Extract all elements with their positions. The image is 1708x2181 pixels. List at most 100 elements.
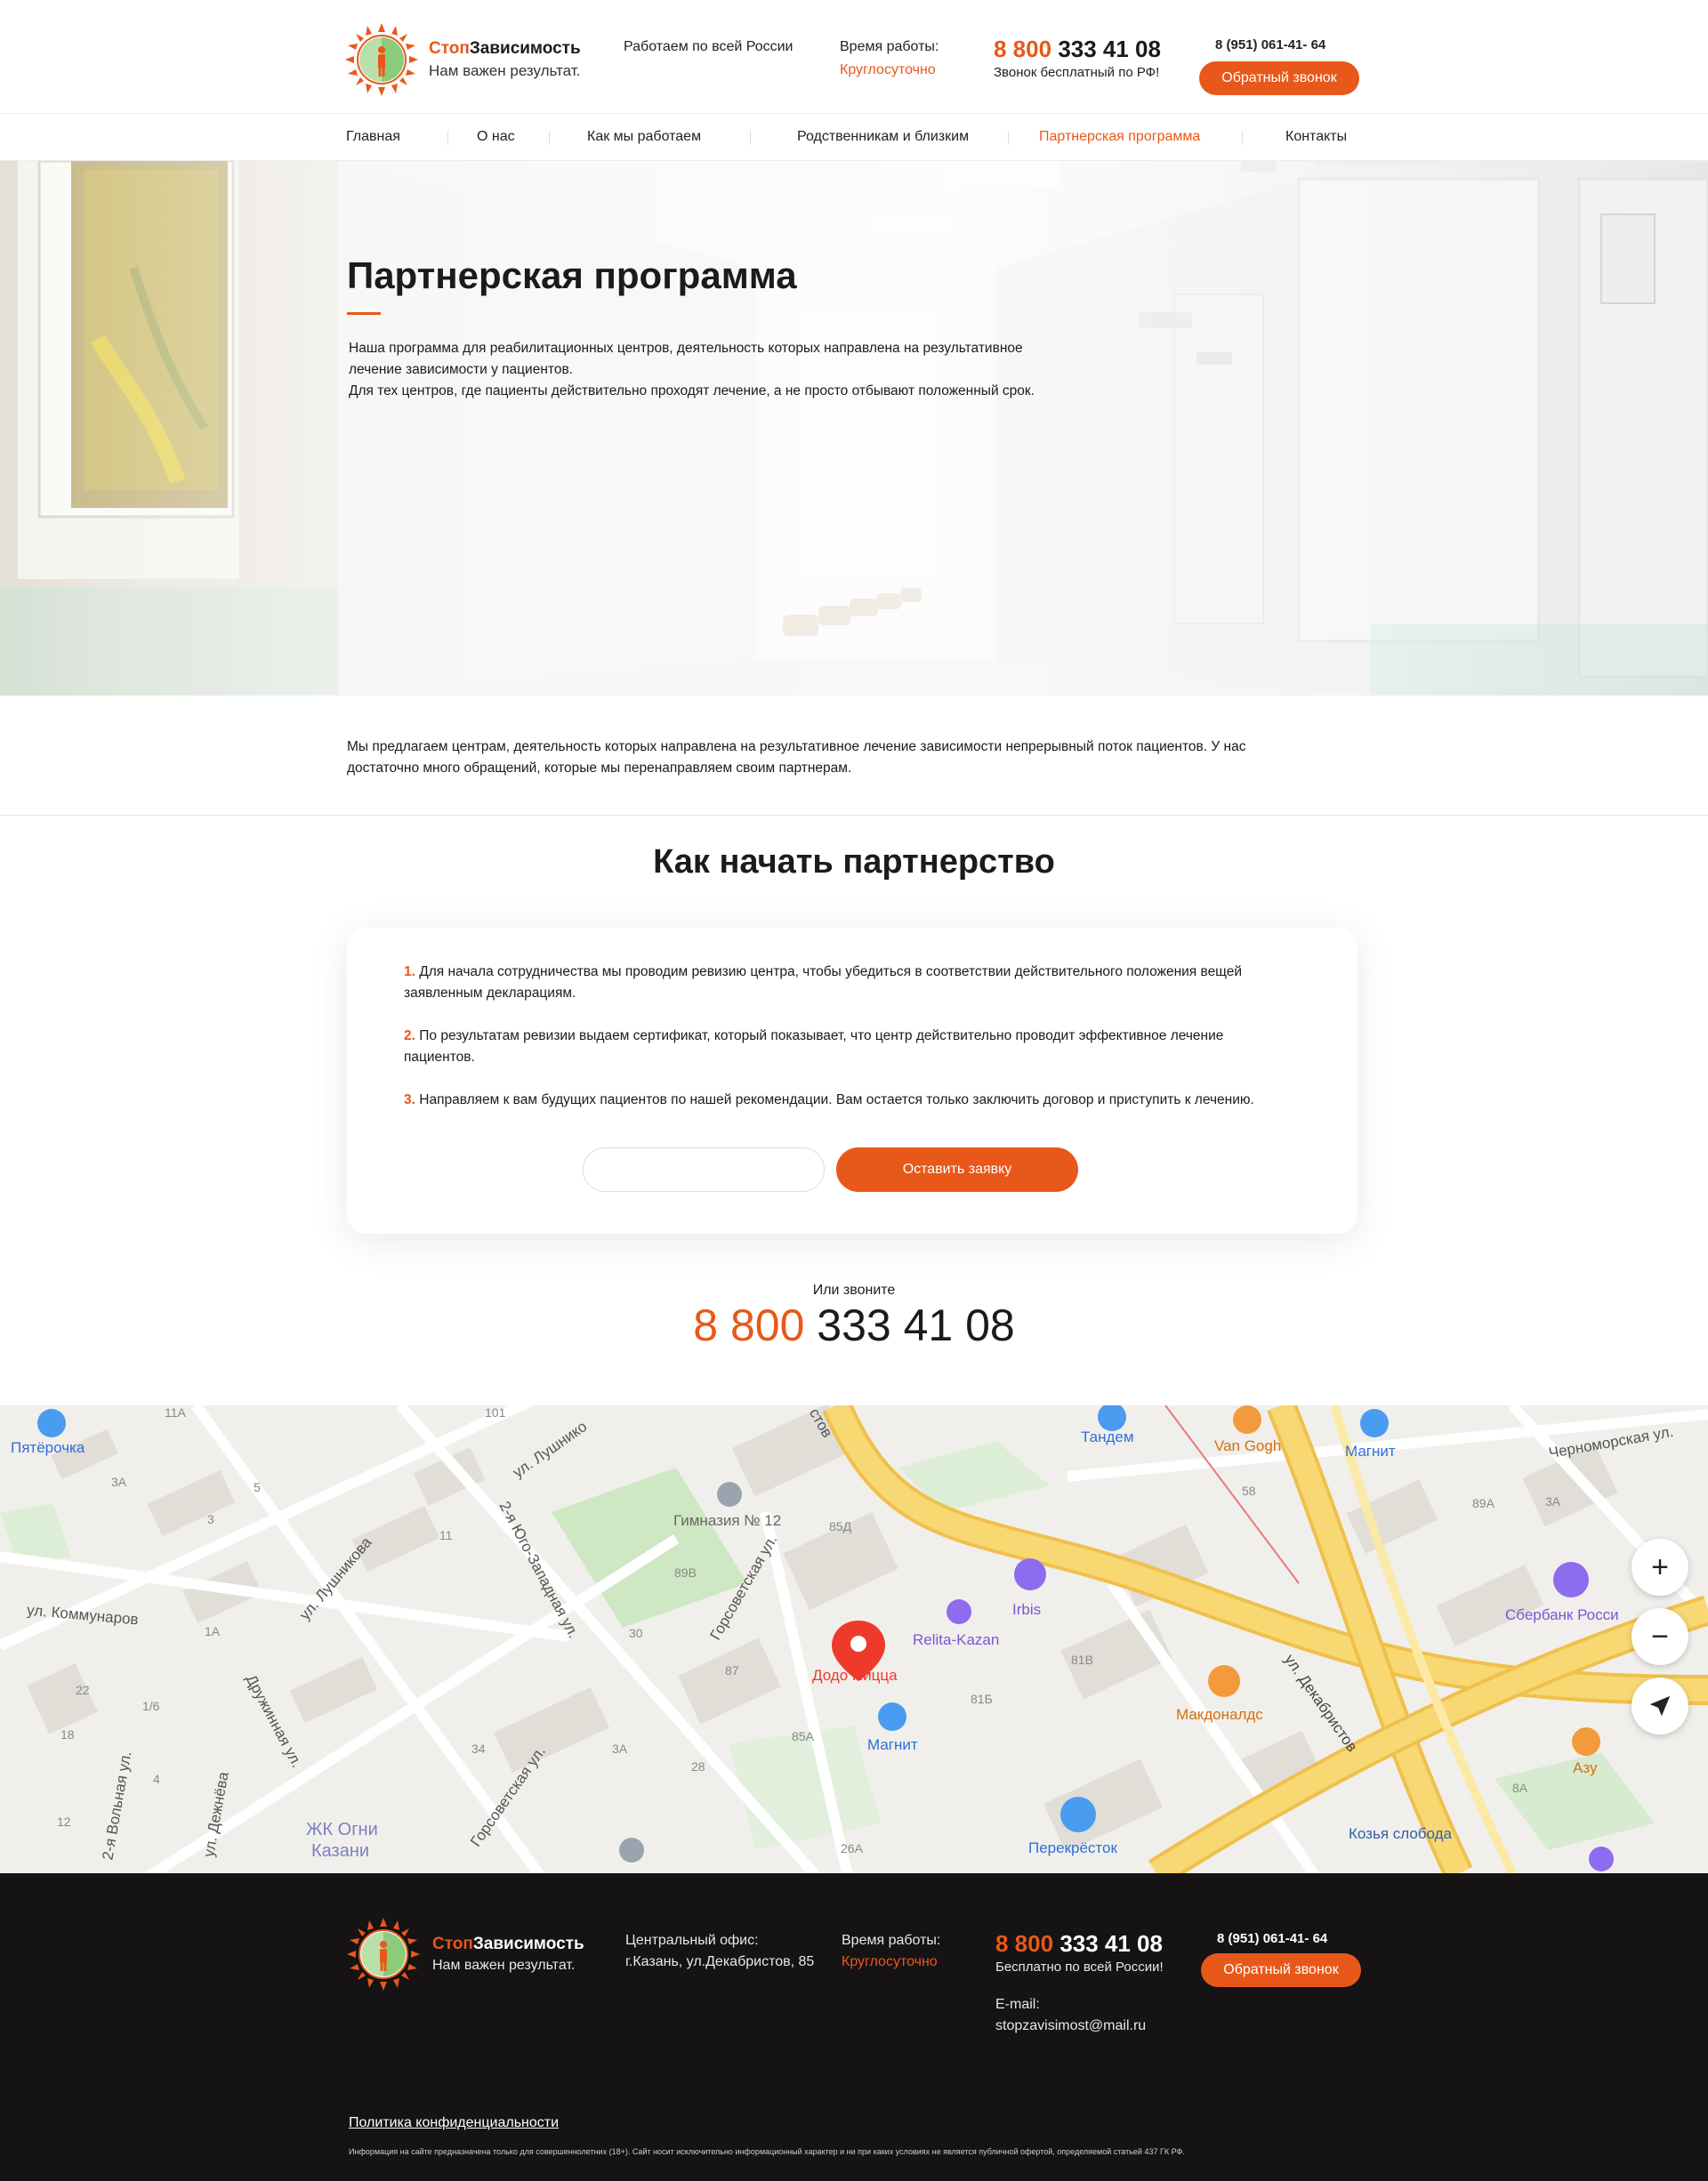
nav-item-partner-program[interactable]: Партнерская программа	[1039, 129, 1200, 145]
hours-label: Время работы:	[840, 39, 939, 54]
secondary-phone[interactable]: 8 (951) 061-41- 64	[1215, 37, 1325, 52]
house-number: 89В	[674, 1565, 697, 1580]
map-label: Тандем	[1081, 1429, 1134, 1445]
nav-item-about[interactable]: О нас	[477, 129, 515, 145]
email-link[interactable]: stopzavisimost@mail.ru	[995, 2016, 1164, 2037]
house-number: 28	[691, 1759, 705, 1774]
map-label: Van Gogh	[1214, 1437, 1282, 1454]
intro-line: Мы предлагаем центрам, деятельность кото…	[347, 739, 1246, 754]
map-label: Магнит	[1345, 1443, 1396, 1460]
hero-description-line: Наша программа для реабилитационных цент…	[349, 341, 1023, 356]
site-header: СтопЗависимость Нам важен результат. Раб…	[0, 0, 1708, 114]
map-canvas	[0, 1405, 1708, 1873]
footer-main-phone[interactable]: 8 800 333 41 08	[995, 1930, 1164, 1957]
map-label: Макдоналдс	[1176, 1706, 1263, 1723]
legal-disclaimer: Информация на сайте предназначена только…	[349, 2147, 1185, 2156]
house-number: 30	[629, 1626, 643, 1640]
footer-logo[interactable]: СтопЗависимость Нам важен результат.	[347, 1918, 584, 1991]
house-number: 11А	[165, 1405, 186, 1420]
secondary-phone[interactable]: 8 (951) 061-41- 64	[1217, 1928, 1327, 1950]
hours-value: Круглосуточно	[840, 62, 936, 77]
zoom-out-button[interactable]: −	[1631, 1608, 1688, 1665]
office-label: Центральный офис:	[625, 1933, 759, 1948]
step-number: 3.	[404, 1092, 415, 1107]
hours-value: Круглосуточно	[842, 1954, 938, 1969]
house-number: 58	[1242, 1484, 1256, 1498]
house-number: 34	[471, 1742, 486, 1756]
map-label: Гимназия № 12	[673, 1512, 782, 1529]
page-title: Партнерская программа	[347, 254, 797, 296]
nav-item-contacts[interactable]: Контакты	[1285, 129, 1347, 145]
hospital-corridor-image	[0, 161, 1708, 696]
phone-input[interactable]	[583, 1147, 825, 1192]
footer-hours: Время работы: Круглосуточно	[842, 1930, 940, 1973]
step-text: заявленным декларациям.	[404, 986, 576, 1001]
section-divider	[0, 815, 1708, 816]
map-label: Додо Пицца	[812, 1667, 898, 1684]
nav-item-how-we-work[interactable]: Как мы работаем	[587, 129, 701, 145]
step-number: 2.	[404, 1028, 415, 1043]
house-number: 81Б	[971, 1692, 993, 1706]
callback-button[interactable]: Обратный звонок	[1199, 61, 1359, 95]
house-number: 3А	[1545, 1494, 1561, 1509]
nav-item-relatives[interactable]: Родственникам и близким	[797, 129, 969, 145]
working-hours: Время работы: Круглосуточно	[840, 39, 939, 78]
logo-title: СтопЗависимость	[432, 1935, 584, 1953]
zoom-in-button[interactable]: +	[1631, 1539, 1688, 1596]
office-address: г.Казань, ул.Декабристов, 85	[625, 1954, 815, 1969]
house-number: 87	[725, 1663, 739, 1678]
house-number: 1/6	[142, 1699, 160, 1713]
nav-item-home[interactable]: Главная	[346, 129, 400, 145]
map-label: Магнит	[867, 1736, 918, 1753]
house-number: 85Д	[829, 1519, 852, 1533]
logo-slogan: Нам важен результат.	[429, 62, 581, 79]
submit-request-button[interactable]: Оставить заявку	[836, 1147, 1078, 1192]
house-number: 8А	[1512, 1781, 1528, 1795]
logo[interactable]: СтопЗависимость Нам важен результат.	[345, 23, 581, 96]
location-map[interactable]: Пятёрочка Тандем Van Gogh Магнит Черномо…	[0, 1405, 1708, 1873]
region-text: Работаем по всей России	[624, 39, 794, 54]
step-text: пациентов.	[404, 1050, 475, 1065]
house-number: 3	[207, 1512, 214, 1526]
house-number: 11	[439, 1528, 453, 1542]
house-number: 3А	[612, 1742, 628, 1756]
step-item: 3. Направляем к вам будущих пациентов по…	[404, 1090, 1311, 1111]
step-text: Направляем к вам будущих пациентов по на…	[419, 1092, 1254, 1107]
contact-phone[interactable]: 8 800 333 41 08	[0, 1300, 1708, 1351]
footer-phone-block: 8 800 333 41 08 Бесплатно по всей России…	[995, 1930, 1164, 2037]
main-phone[interactable]: 8 800 333 41 08	[994, 36, 1161, 63]
map-label: Сбербанк Росси	[1505, 1606, 1619, 1623]
email-label: E-mail:	[995, 1997, 1040, 2012]
house-number: 85А	[792, 1729, 814, 1743]
intro-line: достаточно много обращений, которые мы п…	[347, 761, 852, 776]
or-call-label: Или звоните	[812, 1283, 896, 1298]
privacy-policy-link[interactable]: Политика конфиденциальности	[349, 2115, 559, 2131]
step-item: 2. По результатам ревизии выдаем сертифи…	[404, 1026, 1311, 1068]
map-label: ЖК Огни	[306, 1820, 378, 1839]
footer-callback-button[interactable]: Обратный звонок	[1201, 1953, 1361, 1987]
house-number: 101	[485, 1405, 506, 1420]
step-number: 1.	[404, 964, 415, 979]
nav-separator	[1242, 131, 1243, 145]
hero-description: Наша программа для реабилитационных цент…	[349, 338, 1132, 402]
step-item: 1. Для начала сотрудничества мы проводим…	[404, 962, 1311, 1004]
house-number: 3А	[111, 1475, 127, 1489]
house-number: 1А	[205, 1624, 221, 1638]
map-label: Казани	[311, 1841, 370, 1861]
hero-description-line: лечение зависимости у пациентов.	[349, 362, 573, 377]
map-label: Irbis	[1012, 1601, 1042, 1618]
house-number: 12	[57, 1815, 71, 1829]
site-footer: СтопЗависимость Нам важен результат. Цен…	[0, 1873, 1708, 2181]
office-block: Центральный офис: г.Казань, ул.Декабрист…	[625, 1930, 814, 1973]
map-label: Relita-Kazan	[913, 1631, 1000, 1648]
hours-label: Время работы:	[842, 1933, 941, 1948]
nav-separator	[549, 131, 550, 145]
phone-note: Звонок бесплатный по РФ!	[994, 65, 1160, 80]
step-text: Для начала сотрудничества мы проводим ре…	[419, 964, 1243, 979]
map-label: Перекрёсток	[1028, 1839, 1117, 1856]
locate-button[interactable]	[1631, 1678, 1688, 1734]
house-number: 4	[153, 1772, 160, 1786]
house-number: 26А	[841, 1841, 863, 1855]
house-number: 81В	[1071, 1653, 1093, 1667]
hero-banner: Партнерская программа Наша программа для…	[0, 161, 1708, 696]
